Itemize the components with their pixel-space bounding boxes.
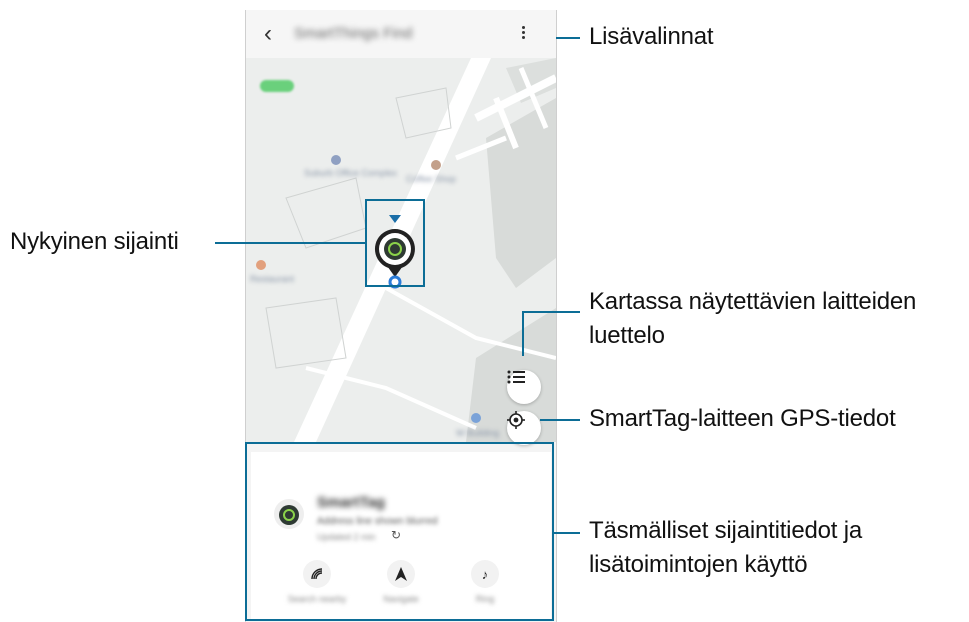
crosshair-icon xyxy=(507,411,525,429)
gps-locate-button[interactable] xyxy=(507,411,541,445)
map-status-pill xyxy=(260,80,294,92)
details-highlight xyxy=(245,442,554,621)
callout-details-line2: lisätoimintojen käyttö xyxy=(589,551,808,578)
app-title: SmartThings Find xyxy=(294,25,413,42)
list-icon xyxy=(507,370,525,384)
callout-gps-info: SmartTag-laitteen GPS-tiedot xyxy=(589,405,896,432)
leader-line xyxy=(215,242,365,244)
callout-device-list-line1: Kartassa näytettävien laitteiden xyxy=(589,288,917,315)
more-options-icon[interactable] xyxy=(516,24,530,46)
poi-label: Suburb Office Complex xyxy=(304,168,397,178)
device-list-button[interactable] xyxy=(507,370,541,404)
current-location-highlight xyxy=(365,199,425,287)
callout-more-options: Lisävalinnat xyxy=(589,23,714,50)
poi-label: W Building xyxy=(456,428,500,438)
app-bar: ‹ SmartThings Find xyxy=(246,10,556,58)
leader-line xyxy=(540,419,580,421)
leader-line xyxy=(522,312,524,356)
callout-current-location: Nykyinen sijainti xyxy=(10,228,179,255)
poi-label: Restaurant xyxy=(250,274,295,284)
callout-details-line1: Täsmälliset sijaintitiedot ja xyxy=(589,517,862,544)
leader-line xyxy=(522,311,580,313)
leader-line xyxy=(554,532,580,534)
poi-label: Coffee Shop xyxy=(406,174,456,184)
callout-device-list-line2: luettelo xyxy=(589,322,665,349)
back-button[interactable]: ‹ xyxy=(264,20,272,48)
